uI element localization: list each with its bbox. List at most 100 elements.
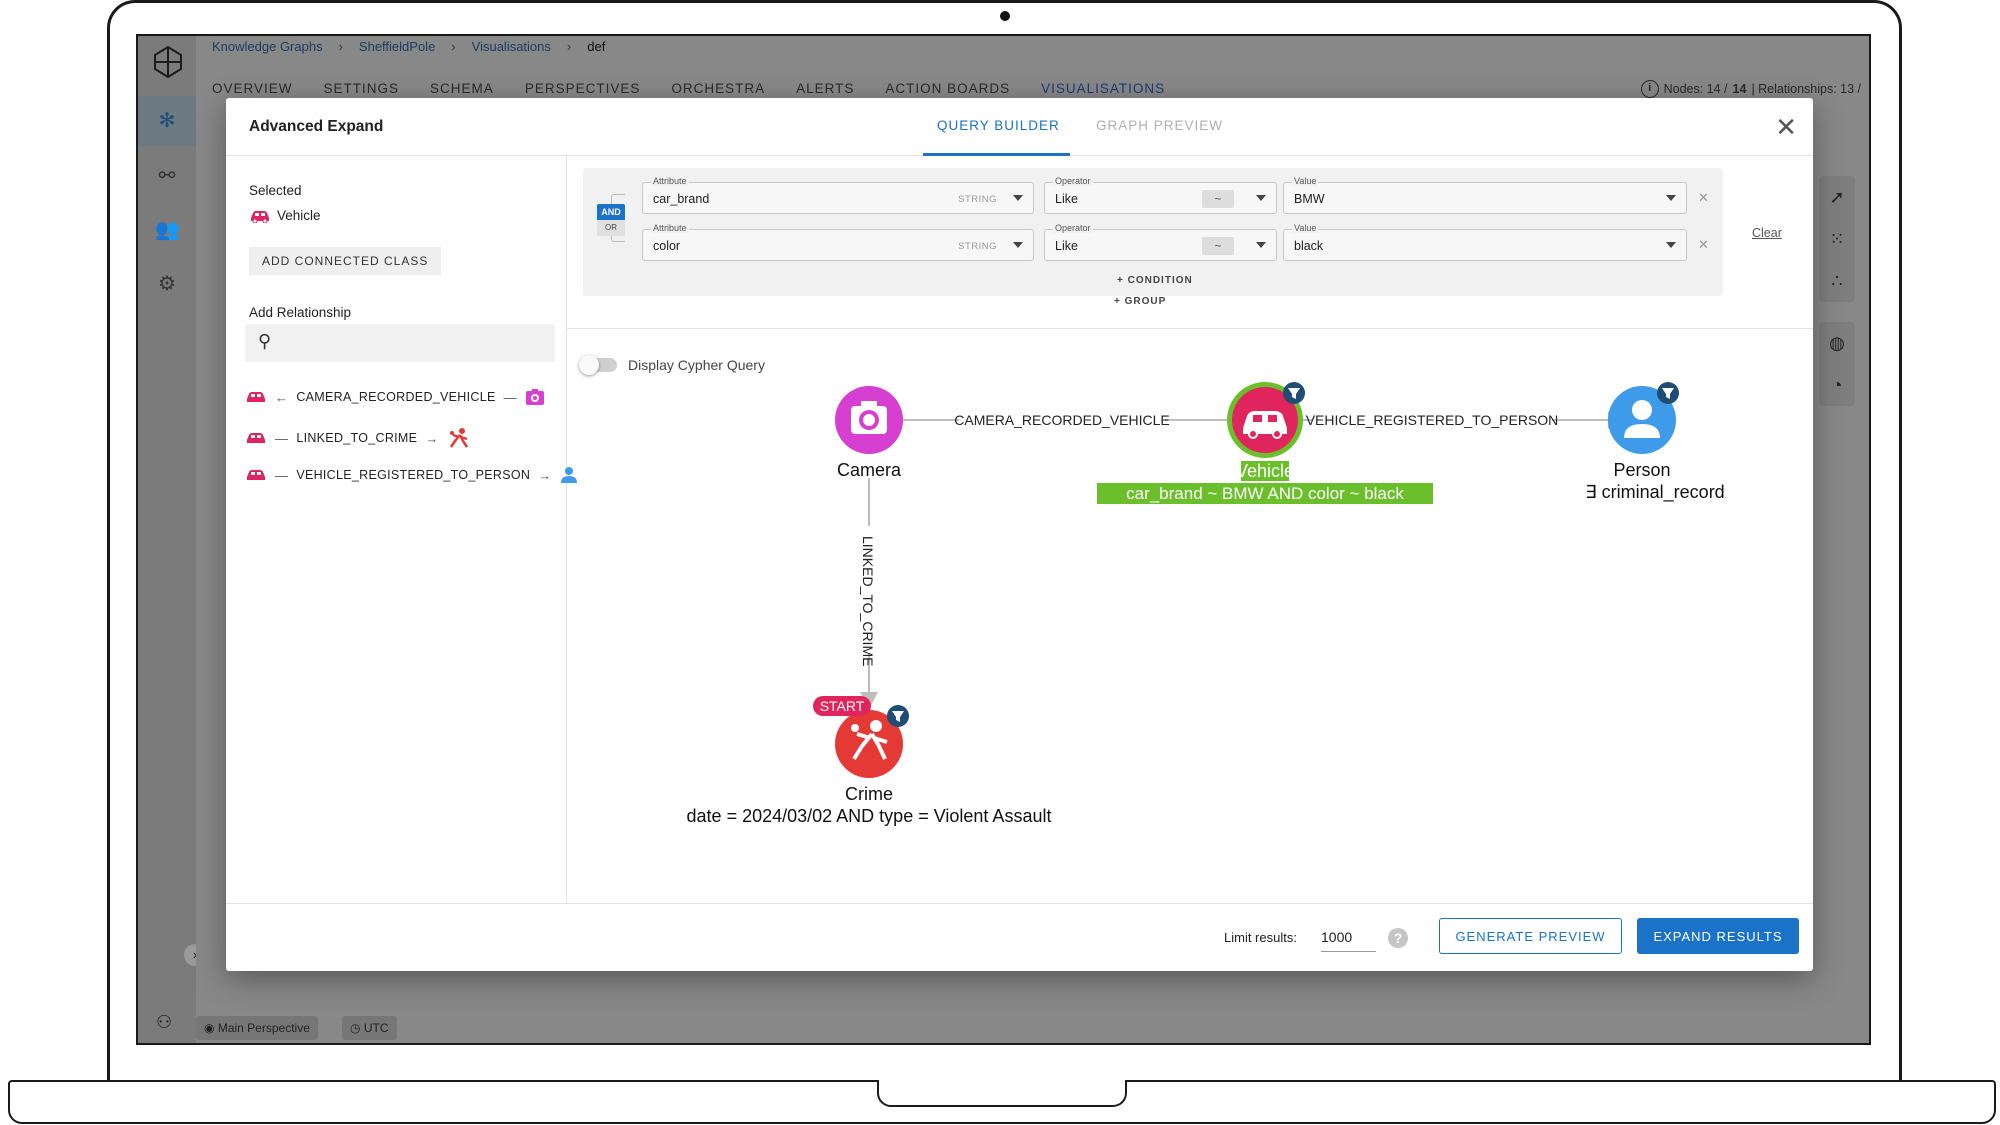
app-logo-icon[interactable]	[150, 44, 186, 80]
info-icon[interactable]: i	[1640, 80, 1659, 98]
edge-label-vehicle-registered-to-person: VEHICLE_REGISTERED_TO_PERSON	[1306, 412, 1559, 428]
add-group-button[interactable]: + GROUP	[1114, 296, 1166, 307]
add-condition-button[interactable]: + CONDITION	[1117, 275, 1193, 286]
relationship-name: CAMERA_RECORDED_VEHICLE	[296, 390, 496, 404]
direction-arrow: →	[538, 467, 552, 483]
timeline-icon[interactable]: ◔	[1819, 364, 1855, 406]
tab-action-boards[interactable]: ACTION BOARDS	[885, 81, 1010, 96]
node-crime[interactable]: START Crime date = 2024/03/02 AND type =…	[687, 696, 1052, 826]
value-select[interactable]: Value black	[1283, 223, 1687, 261]
relationship-name: VEHICLE_REGISTERED_TO_PERSON	[296, 468, 531, 482]
graph-nav-icon[interactable]: ✻	[138, 96, 196, 146]
globe-icon[interactable]: ◍	[1819, 322, 1855, 364]
scatter-layout-icon[interactable]: ⁙	[1819, 218, 1855, 260]
screen: ✻ ⚯ 👥 ⚙ › ⚇ Knowledge Graphs › Sheffield…	[136, 34, 1871, 1045]
direction-arrow: ←	[275, 389, 289, 405]
breadcrumb: Knowledge Graphs › SheffieldPole › Visua…	[212, 39, 605, 54]
timezone-chip[interactable]: ◷ UTC	[342, 1016, 397, 1040]
attribute-select[interactable]: Attribute color STRING	[642, 223, 1034, 261]
chevron-down-icon	[1013, 242, 1023, 248]
users-nav-icon[interactable]: 👥	[155, 218, 180, 242]
node-label-vehicle: Vehicle	[1236, 461, 1294, 481]
modal-header: Advanced Expand QUERY BUILDER GRAPH PREV…	[226, 98, 1813, 156]
expand-results-button[interactable]: EXPAND RESULTS	[1637, 918, 1799, 954]
user-profile-icon[interactable]: ⚇	[156, 1012, 172, 1033]
advanced-expand-modal: Advanced Expand QUERY BUILDER GRAPH PREV…	[226, 98, 1813, 971]
breadcrumb-visualisations[interactable]: Visualisations	[472, 39, 551, 54]
attribute-label: Attribute	[651, 176, 689, 186]
close-icon[interactable]: ✕	[1775, 112, 1797, 143]
laptop-notch	[877, 1080, 1127, 1107]
operator-select[interactable]: Operator Like ~	[1044, 223, 1277, 261]
relationship-search: ⚲	[245, 324, 555, 362]
direction-arrow: —	[503, 389, 517, 405]
stats-prefix: Nodes: 14 /	[1663, 82, 1728, 96]
settings-gear-icon[interactable]: ⚙	[155, 272, 179, 296]
remove-condition-icon[interactable]: ✕	[1698, 190, 1709, 206]
node-label-crime: Crime	[845, 784, 893, 804]
tab-settings[interactable]: SETTINGS	[324, 81, 400, 96]
breadcrumb-knowledge-graphs[interactable]: Knowledge Graphs	[212, 39, 323, 54]
relationship-item[interactable]: — LINKED_TO_CRIME →	[245, 427, 471, 449]
main-nav-tabs: OVERVIEW SETTINGS SCHEMA PERSPECTIVES OR…	[212, 81, 1165, 96]
person-icon	[1632, 400, 1652, 420]
and-button[interactable]: AND	[597, 204, 625, 220]
node-vehicle[interactable]: Vehicle car_brand ~ BMW AND color ~ blac…	[1097, 382, 1433, 504]
node-filter-crime: date = 2024/03/02 AND type = Violent Ass…	[687, 806, 1052, 826]
tab-perspectives[interactable]: PERSPECTIVES	[525, 81, 641, 96]
operator-select[interactable]: Operator Like ~	[1044, 176, 1277, 214]
timezone-label: UTC	[363, 1021, 389, 1035]
app-sidebar: ✻ ⚯ 👥 ⚙ › ⚇	[138, 36, 206, 1043]
chevron-down-icon	[1256, 242, 1266, 248]
value-select[interactable]: Value BMW	[1283, 176, 1687, 214]
edge-label-camera-recorded-vehicle: CAMERA_RECORDED_VEHICLE	[954, 412, 1170, 428]
relationship-search-input[interactable]	[285, 324, 545, 362]
pointer-icon[interactable]: ➚	[1819, 176, 1855, 218]
attribute-type: STRING	[958, 241, 997, 252]
tab-query-builder[interactable]: QUERY BUILDER	[937, 118, 1060, 133]
remove-condition-icon[interactable]: ✕	[1698, 237, 1709, 253]
tab-schema[interactable]: SCHEMA	[430, 81, 494, 96]
relationship-item[interactable]: ← CAMERA_RECORDED_VEHICLE —	[245, 388, 545, 406]
add-connected-class-button[interactable]: ADD CONNECTED CLASS	[249, 247, 442, 275]
chevron-down-icon	[1666, 195, 1676, 201]
attribute-value: color	[653, 239, 681, 253]
attribute-select[interactable]: Attribute car_brand STRING	[642, 176, 1034, 214]
direction-arrow: →	[425, 430, 439, 446]
cluster-layout-icon[interactable]: ∴	[1819, 260, 1855, 302]
attribute-value: car_brand	[653, 192, 710, 206]
and-or-toggle: AND OR	[597, 204, 625, 236]
connections-nav-icon[interactable]: ⚯	[155, 164, 179, 188]
node-filter-person: ∃ criminal_record	[1585, 482, 1724, 503]
relationship-name: LINKED_TO_CRIME	[296, 431, 418, 445]
webcam	[1000, 11, 1010, 21]
search-icon: ⚲	[258, 331, 272, 351]
perspective-label: Main Perspective	[217, 1021, 310, 1035]
clear-button[interactable]: Clear	[1752, 226, 1782, 240]
limit-results-input[interactable]	[1321, 922, 1376, 952]
node-camera[interactable]: Camera	[835, 386, 903, 480]
clock-icon: ◷	[350, 1021, 361, 1035]
limit-label: Limit results:	[1224, 930, 1297, 945]
node-person[interactable]: Person ∃ criminal_record	[1585, 382, 1725, 503]
edge-label-linked-to-crime: LINKED_TO_CRIME	[860, 536, 876, 666]
attribute-label: Attribute	[651, 223, 689, 233]
tab-visualisations[interactable]: VISUALISATIONS	[1041, 81, 1165, 96]
tab-overview[interactable]: OVERVIEW	[212, 81, 293, 96]
tab-orchestra[interactable]: ORCHESTRA	[671, 81, 765, 96]
relationship-item[interactable]: — VEHICLE_REGISTERED_TO_PERSON →	[245, 466, 578, 484]
tab-alerts[interactable]: ALERTS	[796, 81, 854, 96]
add-relationship-label: Add Relationship	[249, 305, 352, 320]
left-panel: Selected Vehicle ADD CONNECTED CLASS Add…	[226, 156, 577, 903]
car-icon	[247, 392, 265, 402]
tab-graph-preview[interactable]: GRAPH PREVIEW	[1096, 118, 1223, 133]
condition-group: AND OR Attribute car_brand STRING Operat…	[583, 168, 1723, 296]
right-toolbar-bottom: ◍ ◔	[1819, 322, 1855, 406]
operator-symbol: ~	[1202, 190, 1234, 208]
breadcrumb-sheffieldpole[interactable]: SheffieldPole	[359, 39, 435, 54]
or-button[interactable]: OR	[597, 220, 625, 236]
help-icon[interactable]: ?	[1388, 928, 1408, 948]
generate-preview-button[interactable]: GENERATE PREVIEW	[1439, 918, 1622, 954]
perspective-chip[interactable]: ◉ Main Perspective	[196, 1016, 318, 1040]
direction-arrow: —	[275, 430, 289, 446]
